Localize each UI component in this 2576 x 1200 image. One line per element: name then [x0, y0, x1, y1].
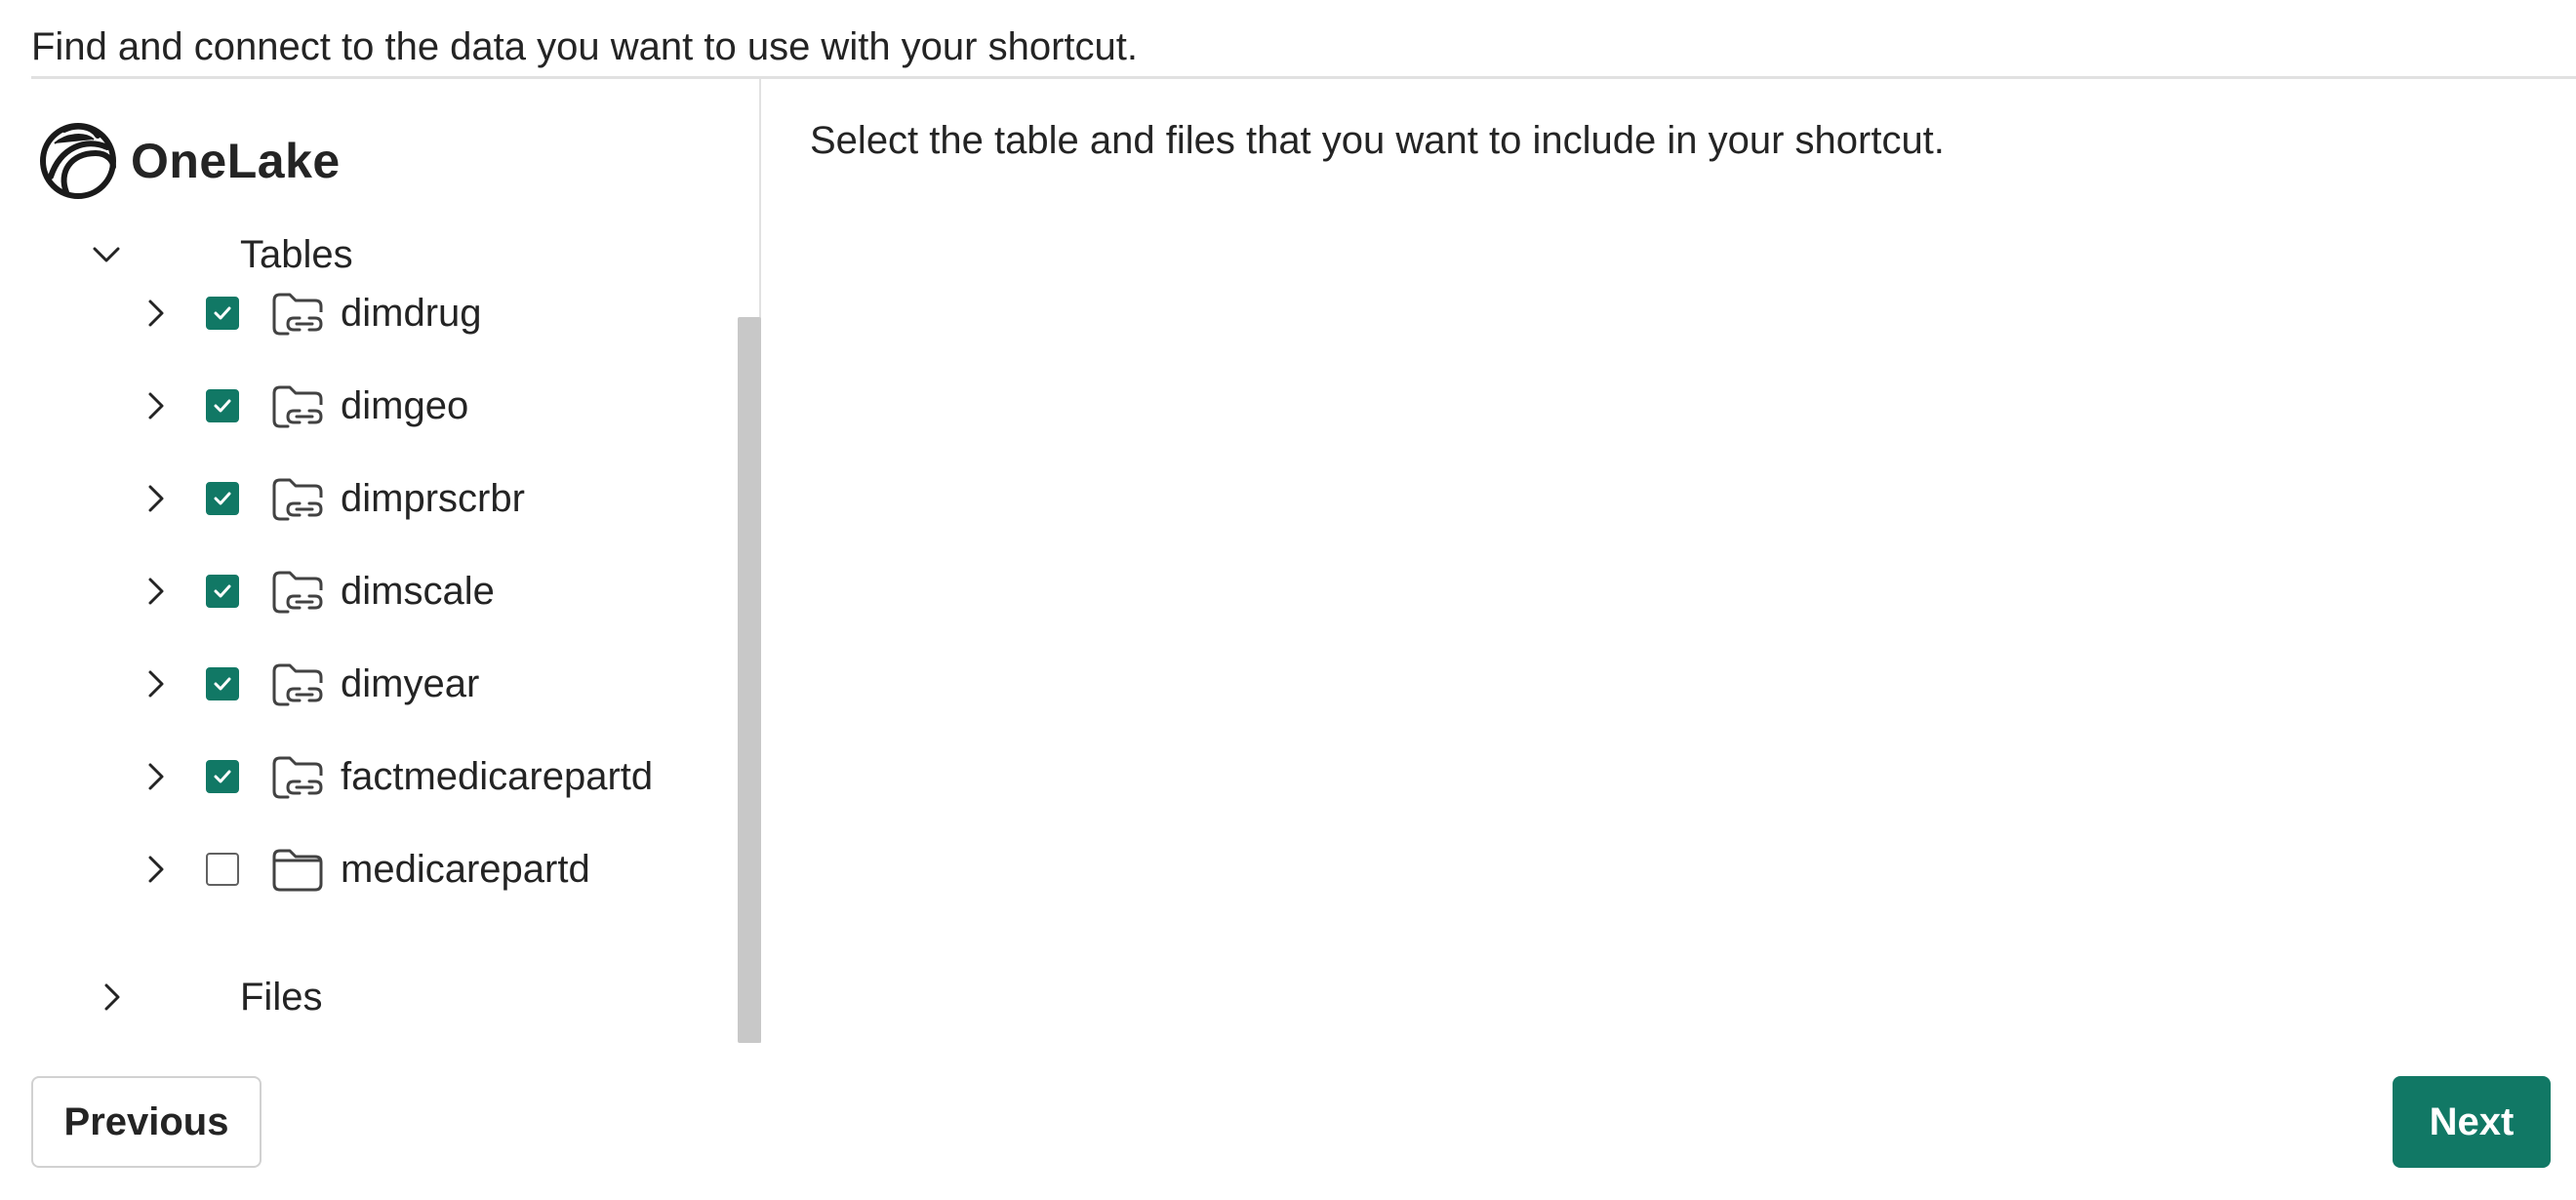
chevron-right-icon[interactable] — [140, 667, 173, 700]
folder-link-icon — [270, 289, 325, 338]
folder-link-icon — [270, 660, 325, 708]
onelake-logo-icon — [37, 118, 119, 205]
folder-link-icon — [270, 567, 325, 616]
next-button[interactable]: Next — [2393, 1076, 2551, 1168]
table-label: dimscale — [341, 569, 495, 613]
chevron-right-icon[interactable] — [140, 760, 173, 793]
onelake-label: OneLake — [131, 134, 341, 188]
table-checkbox[interactable] — [206, 482, 239, 515]
table-row[interactable]: dimgeo — [140, 372, 468, 440]
chevron-right-icon[interactable] — [140, 389, 173, 422]
tables-label: Tables — [240, 232, 353, 276]
table-label: medicarepartd — [341, 847, 590, 891]
chevron-right-icon[interactable] — [96, 980, 129, 1014]
chevron-right-icon[interactable] — [140, 575, 173, 608]
folder-link-icon — [270, 474, 325, 523]
tree-scrollbar[interactable] — [738, 317, 761, 1043]
folder-icon — [270, 845, 325, 894]
chevron-right-icon[interactable] — [140, 482, 173, 515]
files-label: Files — [240, 975, 323, 1019]
table-checkbox[interactable] — [206, 575, 239, 608]
table-checkbox[interactable] — [206, 667, 239, 700]
folder-link-icon — [270, 752, 325, 801]
table-row[interactable]: dimprscrbr — [140, 464, 525, 533]
table-label: dimgeo — [341, 383, 469, 427]
onelake-source: OneLake — [37, 119, 341, 203]
table-row[interactable]: medicarepartd — [140, 835, 590, 903]
chevron-right-icon[interactable] — [140, 853, 173, 886]
create-shortcut-page: Find and connect to the data you want to… — [0, 0, 2576, 1200]
chevron-down-icon[interactable] — [90, 238, 123, 271]
table-checkbox[interactable] — [206, 760, 239, 793]
table-row[interactable]: dimdrug — [140, 279, 482, 347]
table-row[interactable]: dimscale — [140, 557, 495, 625]
selection-instructions: Select the table and files that you want… — [810, 119, 1945, 162]
table-checkbox[interactable] — [206, 389, 239, 422]
table-checkbox[interactable] — [206, 853, 239, 886]
table-label: dimprscrbr — [341, 476, 525, 520]
table-label: factmedicarepartd — [341, 754, 654, 798]
folder-link-icon — [270, 381, 325, 430]
table-label: dimyear — [341, 661, 480, 705]
previous-button[interactable]: Previous — [31, 1076, 262, 1168]
table-row[interactable]: dimyear — [140, 650, 479, 718]
table-row[interactable]: factmedicarepartd — [140, 742, 653, 811]
header-description: Find and connect to the data you want to… — [31, 25, 1139, 68]
table-label: dimdrug — [341, 291, 482, 335]
tree-node-files[interactable]: Files — [96, 963, 322, 1031]
table-checkbox[interactable] — [206, 297, 239, 330]
chevron-right-icon[interactable] — [140, 297, 173, 330]
